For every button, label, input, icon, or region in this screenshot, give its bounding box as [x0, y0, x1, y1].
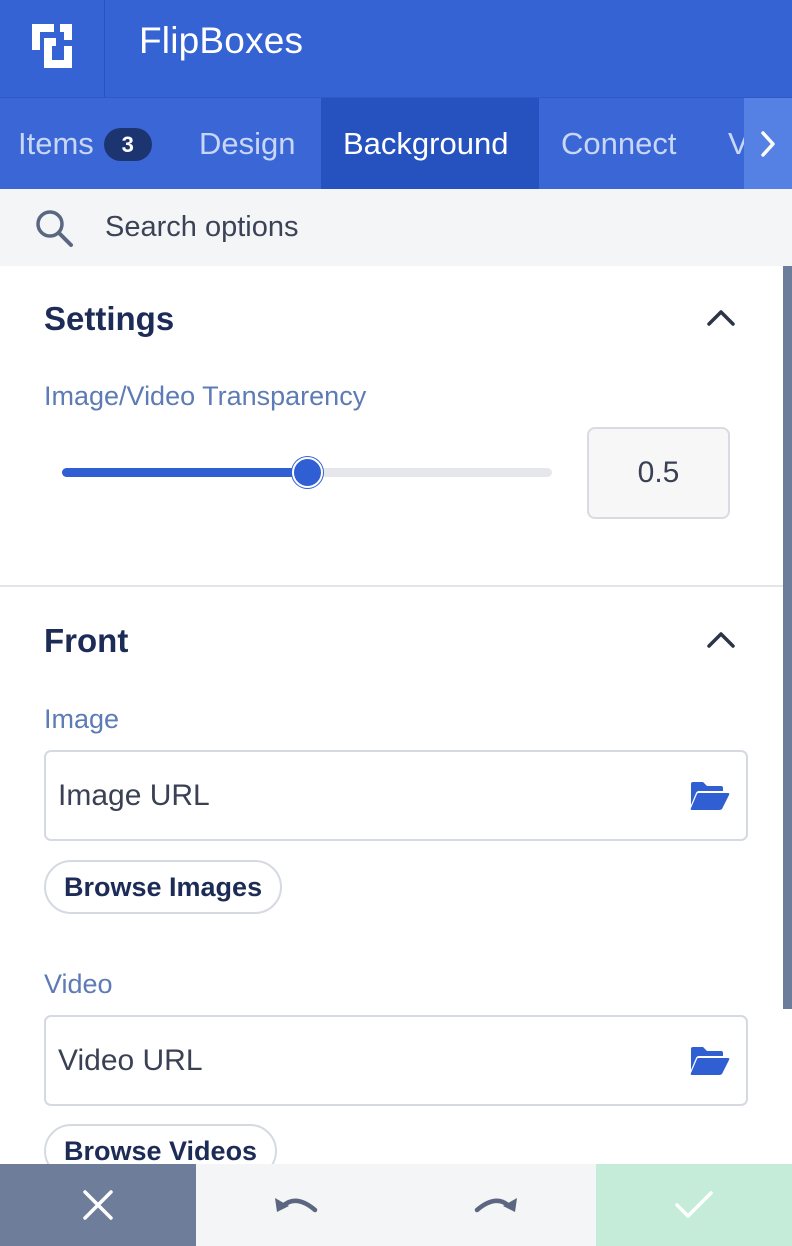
search-bar: [0, 189, 792, 266]
front-section-title: Front: [44, 622, 129, 659]
tab-background[interactable]: Background: [321, 98, 539, 189]
image-label: Image: [44, 704, 120, 734]
tab-bar: Items 3 Design Background Connect V: [0, 97, 792, 189]
flipboxes-logo-icon: [32, 23, 72, 68]
transparency-value-input[interactable]: 0.5: [587, 427, 730, 519]
slider-fill: [62, 468, 307, 477]
browse-images-button[interactable]: Browse Images: [44, 860, 283, 914]
search-icon: [36, 210, 73, 247]
collapse-front-icon[interactable]: [706, 630, 736, 650]
video-url-input[interactable]: [58, 1037, 658, 1085]
save-button[interactable]: [596, 1164, 792, 1246]
tab-scroll-right-button[interactable]: [744, 98, 792, 189]
tab-design-label: Design: [199, 126, 296, 161]
chevron-right-icon: [761, 131, 775, 157]
app-title: FlipBoxes: [139, 20, 304, 61]
redo-button[interactable]: [396, 1164, 596, 1246]
close-icon: [83, 1190, 113, 1220]
tab-items-label: Items: [18, 126, 94, 161]
transparency-label: Image/Video Transparency: [44, 381, 367, 411]
transparency-slider[interactable]: [62, 457, 552, 488]
redo-icon: [474, 1198, 517, 1213]
tab-connect[interactable]: Connect: [539, 98, 709, 189]
logo: [0, 0, 105, 97]
settings-section-title: Settings: [44, 300, 175, 337]
items-count-badge: 3: [103, 127, 152, 161]
tab-design[interactable]: Design: [180, 98, 321, 189]
tab-background-label: Background: [343, 126, 509, 161]
bottom-action-bar: [0, 1164, 792, 1246]
undo-icon: [275, 1198, 318, 1213]
slider-thumb[interactable]: [292, 457, 323, 488]
tab-connect-label: Connect: [561, 126, 677, 161]
undo-button[interactable]: [196, 1164, 396, 1246]
scrollbar[interactable]: [783, 266, 792, 1009]
folder-open-icon[interactable]: [689, 1045, 730, 1077]
section-divider: [0, 585, 783, 587]
close-button[interactable]: [0, 1164, 196, 1246]
video-label: Video: [44, 969, 113, 999]
folder-open-icon[interactable]: [689, 780, 730, 812]
image-url-field: [44, 750, 748, 841]
checkmark-icon: [675, 1191, 713, 1218]
video-url-field: [44, 1015, 748, 1106]
image-url-input[interactable]: [58, 772, 658, 820]
search-input[interactable]: [105, 203, 745, 251]
collapse-settings-icon[interactable]: [706, 308, 736, 328]
tab-items[interactable]: Items 3: [0, 98, 180, 189]
app-header: FlipBoxes: [0, 0, 792, 97]
